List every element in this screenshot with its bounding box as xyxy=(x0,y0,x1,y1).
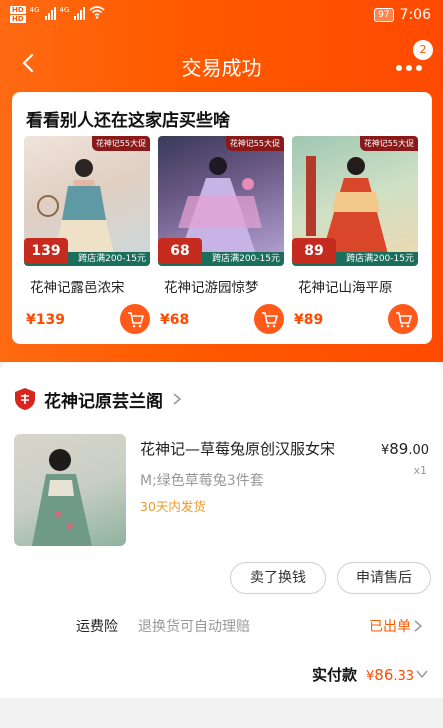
signal-icon-2 xyxy=(74,6,86,20)
page-title: 交易成功 xyxy=(181,56,262,80)
product-badge-price-2: 68 xyxy=(158,238,202,264)
product-promo-tag-1: 花神记55大促 xyxy=(91,136,150,151)
chevron-right-icon xyxy=(173,393,182,405)
insurance-status: 已出单 xyxy=(369,616,423,636)
product-image-1: 花神记55大促 跨店满200-15元 139 xyxy=(24,136,150,266)
cart-icon xyxy=(262,312,278,328)
order-card: 花神记原芸兰阁 花神记—草莓兔原创汉服女宋 ¥89.00 M;绿色草莓兔3件套 … xyxy=(0,362,443,698)
product-card-2[interactable]: 花神记55大促 跨店满200-15元 68 花神记游园惊梦 ¥68 xyxy=(158,136,284,336)
hd-badges: HD HD xyxy=(10,6,26,23)
payment-amount-dec: .33 xyxy=(393,669,415,684)
product-price-1: ¥139 xyxy=(26,312,65,328)
shop-badge-icon xyxy=(15,388,35,410)
product-name-3: 花神记山海平原 xyxy=(298,280,393,296)
payment-amount: ¥86.33 xyxy=(366,666,414,684)
payment-amount-int: 86 xyxy=(374,666,394,684)
order-item-title[interactable]: 花神记—草莓兔原创汉服女宋 xyxy=(140,438,335,459)
product-image-3: 花神记55大促 跨店满200-15元 89 xyxy=(292,136,418,266)
signal-icon xyxy=(44,6,56,20)
product-promo-tag-2: 花神记55大促 xyxy=(225,136,284,151)
product-badge-price-3: 89 xyxy=(292,238,336,264)
network-label-1: 4G xyxy=(29,6,40,14)
item-figure-graphic xyxy=(32,449,92,546)
order-item-price-dec: .00 xyxy=(408,443,429,458)
shop-header[interactable]: 花神记原芸兰阁 xyxy=(14,384,183,414)
chevron-down-icon xyxy=(416,670,428,679)
order-item-price-symbol: ¥ xyxy=(380,443,390,458)
product-name-1: 花神记露邑浓宋 xyxy=(30,280,125,296)
product-card-1[interactable]: 花神记55大促 跨店满200-15元 139 花神记露邑浓宋 ¥139 xyxy=(24,136,150,336)
product-badge-price-1: 139 xyxy=(24,238,68,264)
product-price-2: ¥68 xyxy=(160,312,190,328)
product-price-3: ¥89 xyxy=(294,312,324,328)
insurance-desc: 退换货可自动理赔 xyxy=(138,619,250,635)
payment-label: 实付款 xyxy=(312,666,358,684)
payment-row[interactable]: 实付款 ¥86.33 xyxy=(0,662,443,690)
cart-icon xyxy=(396,312,412,328)
status-bar: HD HD 4G 4G 97 7:06 xyxy=(0,0,443,34)
order-item-image[interactable] xyxy=(14,434,126,546)
product-promo-tag-3: 花神记55大促 xyxy=(359,136,418,151)
recommend-title: 看看别人还在这家店买些啥 xyxy=(26,111,230,131)
notification-badge: 2 xyxy=(413,40,433,60)
hd-badge-2: HD xyxy=(10,15,26,23)
add-to-cart-button-1[interactable] xyxy=(120,304,150,334)
battery-indicator: 97 xyxy=(374,8,394,22)
product-name-2: 花神记游园惊梦 xyxy=(164,280,259,296)
order-item-sku: M;绿色草莓兔3件套 xyxy=(140,473,264,489)
status-left: HD HD 4G 4G xyxy=(10,6,105,23)
resell-button[interactable]: 卖了换钱 xyxy=(230,562,326,594)
clock: 7:06 xyxy=(399,7,431,23)
after-sale-button[interactable]: 申请售后 xyxy=(337,562,431,594)
order-item-ship-note: 30天内发货 xyxy=(140,499,206,514)
network-label-2: 4G xyxy=(59,6,70,14)
insurance-status-text: 已出单 xyxy=(369,619,411,635)
recommend-card: 看看别人还在这家店买些啥 花神记55大促 跨店满200-15元 139 花神记露… xyxy=(12,92,432,344)
shop-name: 花神记原芸兰阁 xyxy=(44,391,163,412)
insurance-row[interactable]: 运费险 退换货可自动理赔 已出单 xyxy=(0,614,443,638)
nav-bar: 交易成功 2 xyxy=(0,40,443,88)
product-card-3[interactable]: 花神记55大促 跨店满200-15元 89 花神记山海平原 ¥89 xyxy=(292,136,418,336)
order-item-price-int: 89 xyxy=(389,440,409,458)
insurance-label: 运费险 xyxy=(76,619,118,635)
add-to-cart-button-3[interactable] xyxy=(388,304,418,334)
status-right: 97 7:06 xyxy=(374,7,431,23)
add-to-cart-button-2[interactable] xyxy=(254,304,284,334)
cart-icon xyxy=(128,312,144,328)
product-image-2: 花神记55大促 跨店满200-15元 68 xyxy=(158,136,284,266)
chevron-right-icon xyxy=(414,620,423,632)
order-item-qty: x1 xyxy=(413,464,427,477)
order-item-price: ¥89.00 xyxy=(381,440,429,458)
hd-badge-1: HD xyxy=(10,6,26,14)
wifi-icon xyxy=(89,6,105,19)
